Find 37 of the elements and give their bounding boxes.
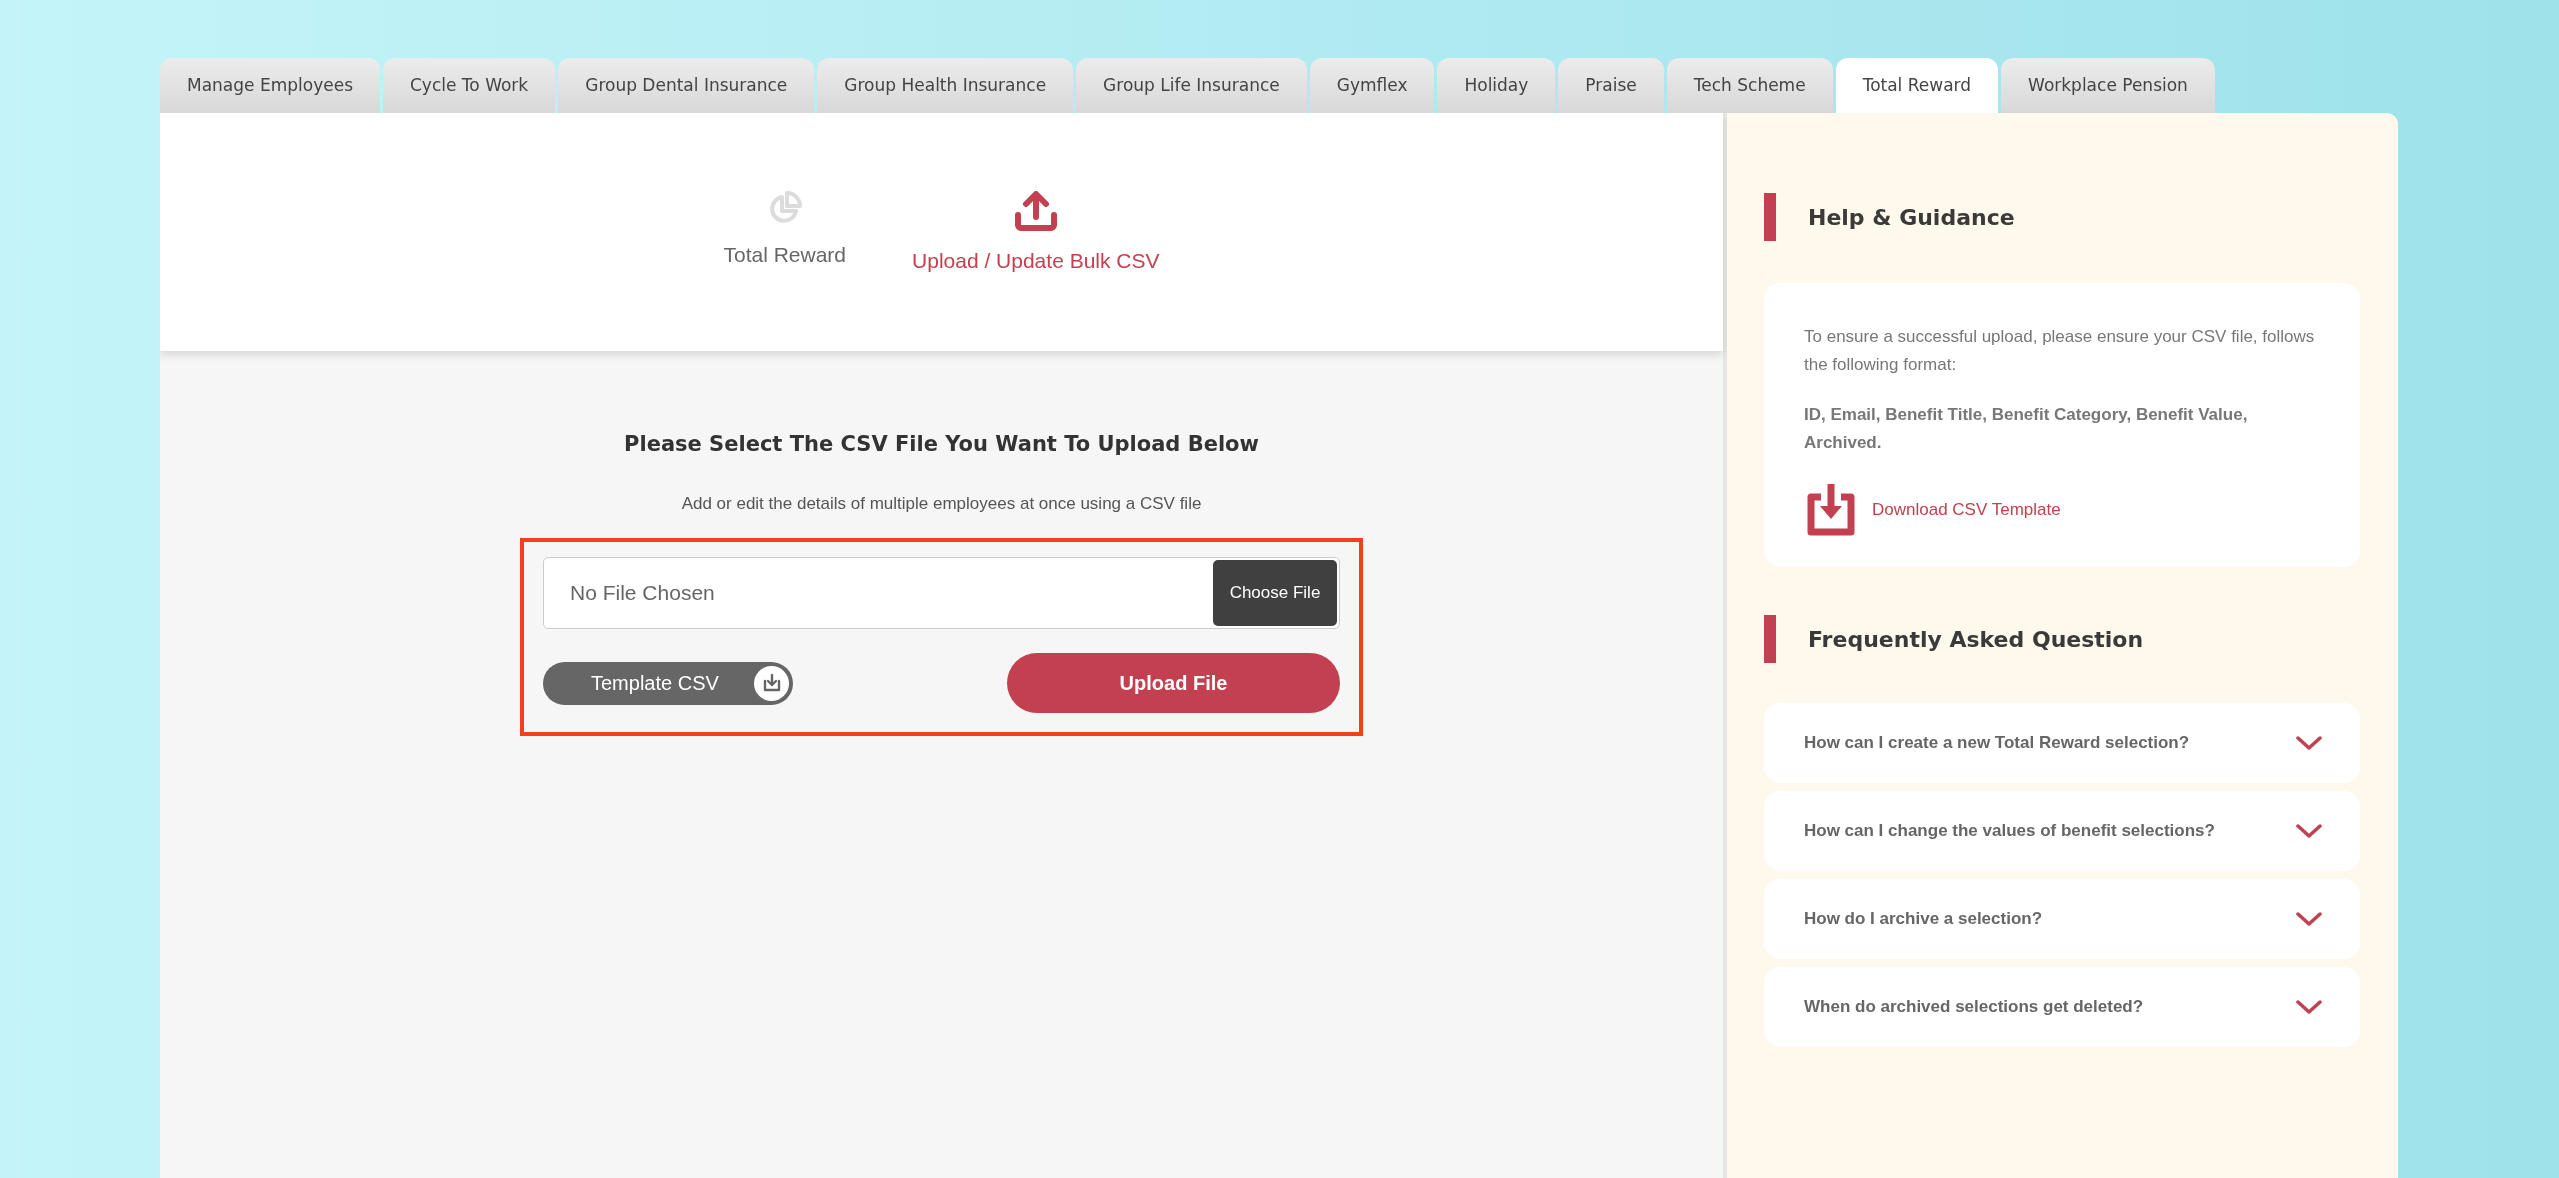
help-heading: Help & Guidance — [1808, 203, 2015, 232]
upload-description: Add or edit the details of multiple employees at once using a CSV file — [681, 492, 1202, 515]
help-text: To ensure a successful upload, please ensure your CSV file, follows the following format: — [1804, 326, 2316, 377]
heading-accent-bar — [1764, 193, 1776, 241]
tab[interactable]: Holiday — [1437, 58, 1556, 113]
upload-heading: Please Select The CSV File You Want To Upload Below — [624, 431, 1259, 458]
faq-heading: Frequently Asked Question — [1808, 625, 2144, 654]
chevron-icon — [2296, 911, 2322, 928]
csv-format-text: ID, Email, Benefit Title, Benefit Category, Benefit Value, Archived. — [1804, 404, 2249, 455]
upload-file-button[interactable]: Upload File — [1007, 653, 1340, 713]
tab[interactable]: Total Reward — [1835, 58, 1999, 113]
faq-item[interactable]: How can I create a new Total Reward selection? — [1764, 703, 2360, 784]
faq-item[interactable]: When do archived selections get deleted? — [1764, 967, 2360, 1048]
tab[interactable]: Group Dental Insurance — [558, 58, 815, 113]
tab[interactable]: Praise — [1558, 58, 1664, 113]
upload-icon — [1014, 191, 1057, 231]
heading-accent-bar — [1764, 615, 1776, 664]
nav-tab[interactable]: Upload / Update Bulk CSV — [912, 191, 1160, 277]
tab[interactable]: Workplace Pension — [2001, 58, 2215, 113]
tab[interactable]: Gymflex — [1309, 58, 1435, 113]
download-icon — [761, 673, 782, 693]
choose-file-button[interactable]: Choose File — [1213, 560, 1337, 626]
chevron-icon — [2296, 735, 2322, 752]
file-input-field[interactable]: No File Chosen Choose File — [543, 557, 1340, 629]
template-csv-button[interactable]: Template CSV — [543, 661, 793, 705]
pie-chart-icon — [767, 191, 802, 225]
tab[interactable]: Manage Employees — [160, 58, 380, 113]
chevron-icon — [2296, 823, 2322, 840]
faq-item[interactable]: How can I change the values of benefit selections? — [1764, 791, 2360, 872]
faq-item[interactable]: How do I archive a selection? — [1764, 879, 2360, 960]
tab[interactable]: Cycle To Work — [383, 58, 556, 113]
tab[interactable]: Group Life Insurance — [1076, 58, 1307, 113]
download-template-link[interactable]: Download CSV Template — [1804, 483, 2320, 538]
chevron-icon — [2296, 999, 2322, 1016]
nav-tab[interactable]: Total Reward — [723, 191, 847, 271]
tab[interactable]: Tech Scheme — [1666, 58, 1833, 113]
tab[interactable]: Group Health Insurance — [817, 58, 1074, 113]
